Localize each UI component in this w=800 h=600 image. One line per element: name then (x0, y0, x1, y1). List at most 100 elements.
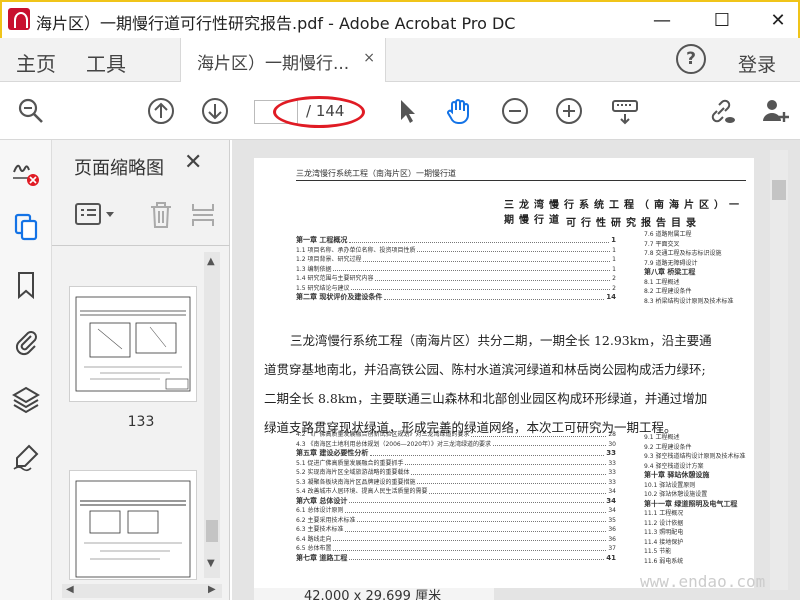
thumbnail-drawing-icon (75, 296, 191, 392)
toc-entry-text: 8.3 桥梁结构设计原则及技术标准 (644, 297, 734, 305)
toc-entry-text: 1.2 项目背景、研究过程 (296, 256, 362, 263)
toc-entry: 4.3 《南海区土地利用总体规划（2006—2020年）》对三龙湾绿道的要求 30 (296, 440, 616, 450)
toc-leader (384, 293, 605, 300)
toc-entry: 1.3 编制依据 1 (296, 265, 616, 275)
hand-tool-icon[interactable] (444, 96, 474, 126)
toc-page-number: 1 (611, 236, 616, 244)
watermark: www.endao.com (640, 572, 766, 591)
toc-entry-text: 9.3 驿空栈道结构设计原则及技术标准 (644, 453, 746, 460)
page-header: 三龙湾慢行系统工程（南海片区）一期慢行道 (296, 169, 456, 178)
thumbnail-scrollbar[interactable]: ▲ ▼ (204, 252, 220, 578)
toc-leader (333, 544, 607, 551)
toc-entry-text: 6.2 主要采用技术标准 (296, 516, 356, 524)
toc-entry-text: 8.1 工程概述 (644, 278, 680, 286)
toc-left-top: 第一章 工程概况 1 1.1 项目名称、承办单位名称、投资项目性质 1 1.2 项目背景… (296, 236, 616, 303)
next-page-icon[interactable] (200, 96, 230, 126)
toc-entry: 7.7 平面交叉 (644, 240, 733, 250)
tab-tools[interactable]: 工具 (86, 48, 126, 77)
delete-page-icon[interactable] (148, 200, 174, 230)
toc-entry: 第十章 驿站休憩设施 (644, 471, 745, 481)
scroll-down-icon[interactable]: ▼ (207, 558, 215, 569)
scroll-right-icon[interactable]: ▶ (208, 584, 216, 595)
previous-page-icon[interactable] (146, 96, 176, 126)
left-rail (0, 140, 52, 600)
toc-entry-text: 第十章 驿站休憩设施 (644, 471, 710, 479)
toc-entry-text: 6.4 路线走向 (296, 535, 332, 543)
scroll-left-icon[interactable]: ◀ (66, 584, 74, 595)
toc-page-number: 1 (612, 256, 616, 263)
keyboard-scroll-icon[interactable] (610, 96, 640, 126)
toc-entry: 5.4 改善城市人居环境、提高人民生活质量的需要 34 (296, 487, 616, 497)
toc-leader (357, 516, 607, 522)
document-tab-close-icon[interactable]: × (363, 50, 375, 66)
thumbnail-panel: 页面缩略图 ✕ 133 ▲ ▼ ◀ ▶ (52, 140, 230, 600)
toc-entry-text: 6.1 总体设计原则 (296, 507, 344, 514)
extract-page-icon[interactable] (190, 200, 216, 230)
share-link-icon[interactable] (706, 96, 736, 126)
attachment-icon[interactable] (11, 326, 41, 356)
toc-entry: 6.2 主要采用技术标准 35 (296, 516, 616, 526)
zoom-search-icon[interactable] (16, 96, 46, 126)
toc-entry: 11.5 节能 (644, 547, 745, 557)
close-window-button[interactable]: ✕ (758, 6, 798, 34)
toc-page-number: 14 (606, 293, 616, 301)
doc-subtitle: 可行性研究报告目录 (566, 218, 701, 229)
toc-entry: 第七章 道路工程 41 (296, 554, 616, 564)
bookmark-icon[interactable] (11, 270, 41, 300)
tab-home[interactable]: 主页 (16, 48, 56, 77)
toc-entry-text: 8.2 工程建设条件 (644, 288, 692, 295)
toc-entry: 1.4 研究范围与主要研究内容 2 (296, 274, 616, 284)
signature-pen-icon[interactable] (11, 442, 41, 472)
toc-entry-text: 1.1 项目名称、承办单位名称、投资项目性质 (296, 246, 416, 254)
toc-entry: 11.1 工程概况 (644, 509, 745, 519)
thumbnail-scroll-thumb[interactable] (206, 520, 218, 542)
toc-entry: 11.6 弱电系统 (644, 557, 745, 567)
add-user-icon[interactable] (760, 96, 790, 126)
toc-entry-text: 第十一章 绿道照明及电气工程 (644, 499, 738, 508)
zoom-out-icon[interactable] (500, 96, 530, 126)
toc-entry: 11.2 设计依据 (644, 519, 745, 529)
toc-leader (345, 506, 607, 513)
scroll-up-icon[interactable]: ▲ (207, 256, 215, 267)
toc-leader (429, 487, 607, 494)
toc-entry: 第二章 现状评价及建设条件 14 (296, 293, 616, 303)
toc-entry-text: 11.1 工程概况 (644, 510, 684, 517)
toc-entry-text: 10.2 驿站休憩设施设置 (644, 491, 708, 498)
zoom-in-icon[interactable] (554, 96, 584, 126)
layers-icon[interactable] (11, 384, 41, 414)
toc-entry-text: 9.4 驿空栈道设计方案 (644, 462, 704, 470)
panel-close-button[interactable]: ✕ (184, 150, 202, 175)
thumbnail-hscrollbar[interactable]: ◀ ▶ (62, 584, 222, 598)
toc-leader (370, 449, 605, 456)
toc-entry: 6.5 总体布置 37 (296, 544, 616, 554)
login-button[interactable]: 登录 (738, 50, 776, 77)
toc-entry: 10.1 驿站设置原则 (644, 481, 745, 491)
toc-entry: 9.3 驿空栈道结构设计原则及技术标准 (644, 452, 745, 462)
minimize-button[interactable]: — (642, 6, 682, 34)
toc-entry: 7.6 道路附属工程 (644, 230, 733, 240)
document-scroll-thumb[interactable] (772, 180, 786, 200)
page-thumbnail-134[interactable] (69, 470, 197, 580)
toc-leader (417, 246, 611, 252)
toc-page-number: 41 (606, 553, 616, 562)
toc-leader (349, 236, 610, 243)
toc-entry-text: 9.1 工程概述 (644, 434, 680, 441)
document-tab[interactable]: 海片区）一期慢行... × (180, 38, 386, 82)
help-button[interactable]: ? (676, 44, 706, 74)
fill-sign-icon[interactable] (11, 156, 41, 186)
maximize-button[interactable]: ☐ (702, 6, 742, 34)
toc-page-number: 33 (608, 469, 616, 476)
toc-leader (471, 430, 607, 437)
toc-entry-text: 11.3 照明配电 (644, 529, 684, 536)
document-scrollbar[interactable] (770, 150, 788, 590)
toc-page-number: 36 (608, 535, 616, 543)
toc-entry-text: 9.2 工程建设条件 (644, 443, 692, 451)
toc-entry-text: 第五章 建设必要性分析 (296, 449, 369, 457)
page-thumbnail-133[interactable] (69, 286, 197, 402)
toc-entry: 6.3 主要技术标准 36 (296, 525, 616, 535)
thumbnail-options-icon[interactable] (74, 202, 118, 228)
toc-entry-text: 11.5 节能 (644, 548, 672, 555)
toc-entry: 11.4 接地保护 (644, 538, 745, 548)
page-thumbnails-icon[interactable] (11, 212, 41, 242)
select-cursor-icon[interactable] (392, 96, 422, 126)
